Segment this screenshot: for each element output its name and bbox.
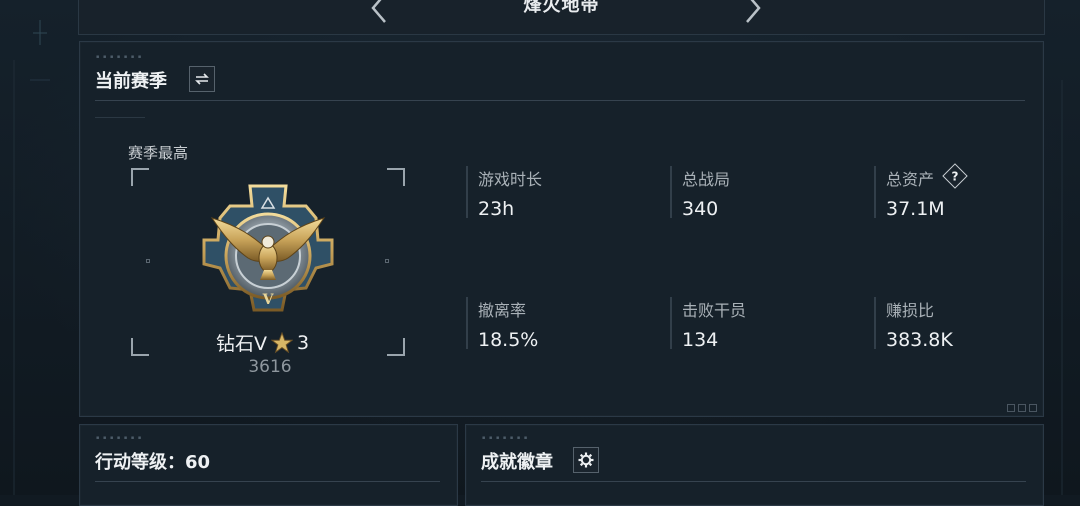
frame-corner bbox=[387, 338, 405, 356]
svg-text:V: V bbox=[262, 292, 275, 308]
stat-label: 游戏时长 bbox=[478, 170, 543, 189]
stat-value: 18.5% bbox=[478, 329, 539, 351]
badge-divider bbox=[481, 481, 1026, 482]
question-icon: ? bbox=[951, 169, 959, 184]
achievement-badge-title: 成就徽章 bbox=[481, 452, 553, 473]
stat-bar bbox=[874, 297, 876, 349]
top-header-bar: 烽火地带 bbox=[78, 0, 1045, 35]
side-decoration bbox=[13, 20, 50, 495]
stat-bar bbox=[670, 166, 672, 218]
season-panel: ▪ ▪ ▪ ▪ ▪ ▪ ▪ 当前赛季 赛季最高 V 钻石V 3 3616 游戏时… bbox=[79, 41, 1044, 417]
switch-season-button[interactable] bbox=[189, 66, 215, 92]
swap-icon bbox=[195, 73, 209, 85]
chevron-right-icon[interactable] bbox=[731, 0, 771, 28]
rank-score: 3616 bbox=[248, 357, 292, 377]
stat-value: 23h bbox=[478, 198, 515, 220]
stat-value: 134 bbox=[682, 329, 719, 351]
stat-bar bbox=[670, 297, 672, 349]
season-best-label: 赛季最高 bbox=[128, 144, 189, 162]
stat-value: 37.1M bbox=[886, 198, 945, 220]
stat-bar bbox=[874, 166, 876, 218]
panel-corner-marks bbox=[1007, 404, 1037, 412]
frame-corner bbox=[131, 338, 149, 356]
stat-label: 总资产 bbox=[886, 170, 935, 189]
deco-line bbox=[95, 117, 145, 118]
frame-dot bbox=[146, 259, 150, 263]
rank-stars: 3 bbox=[297, 331, 310, 354]
stat-value: 340 bbox=[682, 198, 719, 220]
stat-label: 赚损比 bbox=[886, 301, 935, 320]
badge-settings-button[interactable] bbox=[573, 447, 599, 473]
panel-tick-mark: ▪ ▪ ▪ ▪ ▪ ▪ ▪ bbox=[96, 435, 143, 441]
chevron-left-icon[interactable] bbox=[361, 0, 401, 28]
panel-tick-mark: ▪ ▪ ▪ ▪ ▪ ▪ ▪ bbox=[96, 54, 143, 60]
season-title-divider bbox=[95, 100, 1025, 101]
frame-corner bbox=[131, 168, 149, 186]
stat-bar bbox=[466, 166, 468, 218]
side-decoration-right bbox=[1061, 80, 1063, 495]
stat-label: 撤离率 bbox=[478, 301, 527, 320]
frame-dot bbox=[385, 259, 389, 263]
season-title: 当前赛季 bbox=[95, 71, 167, 92]
stat-label: 总战局 bbox=[682, 170, 731, 189]
action-level-title: 行动等级：60 bbox=[95, 452, 211, 473]
star-icon bbox=[271, 331, 293, 353]
stat-label: 击败干员 bbox=[682, 301, 747, 320]
assets-help-button[interactable]: ? bbox=[942, 163, 968, 189]
gear-icon bbox=[578, 452, 594, 468]
achievement-badge-panel: ▪ ▪ ▪ ▪ ▪ ▪ ▪ 成就徽章 bbox=[465, 424, 1044, 506]
panel-tick-mark: ▪ ▪ ▪ ▪ ▪ ▪ ▪ bbox=[482, 435, 529, 441]
stat-bar bbox=[466, 297, 468, 349]
action-level-panel: ▪ ▪ ▪ ▪ ▪ ▪ ▪ 行动等级：60 bbox=[79, 424, 458, 506]
eagle-emblem-icon: V bbox=[202, 184, 334, 312]
level-divider bbox=[95, 481, 440, 482]
mode-title: 烽火地带 bbox=[523, 0, 600, 16]
stat-value: 383.8K bbox=[886, 329, 953, 351]
rank-name: 钻石V 3 bbox=[216, 329, 309, 356]
frame-corner bbox=[387, 168, 405, 186]
rank-tier: 钻石V bbox=[216, 333, 267, 355]
